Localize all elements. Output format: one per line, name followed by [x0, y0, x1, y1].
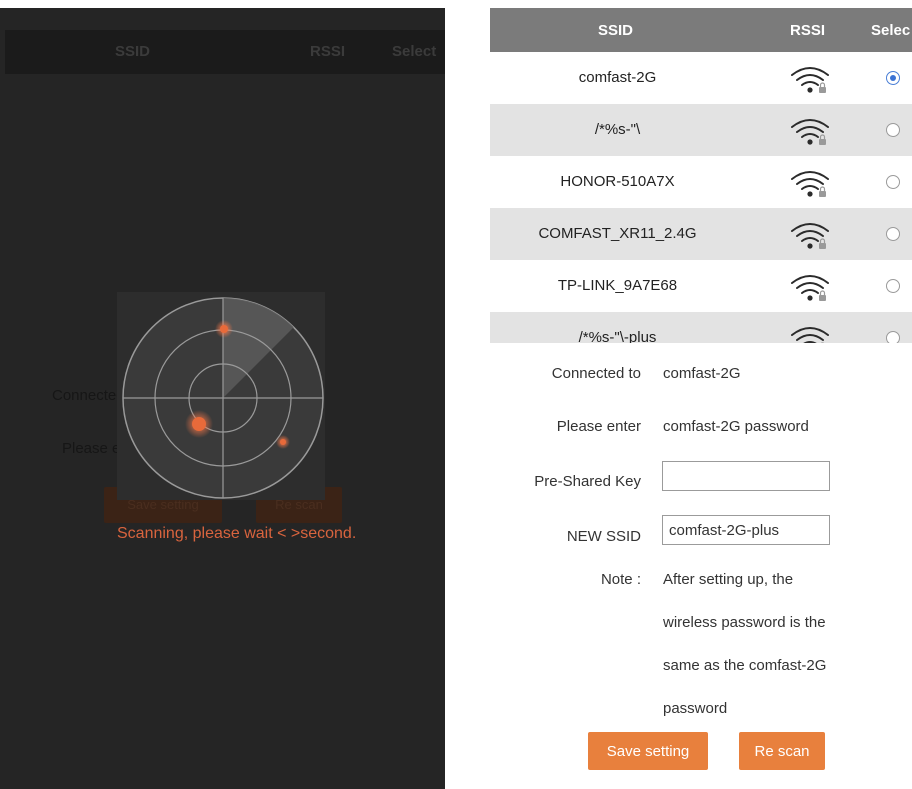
overlay-top-strip: [0, 0, 445, 8]
scanning-overlay: SSID RSSI Select Connected t Please ent …: [0, 0, 445, 789]
ssid-cell: comfast-2G: [578, 69, 657, 86]
select-radio[interactable]: [886, 279, 900, 293]
wifi-locked-icon: [788, 324, 832, 343]
table-row[interactable]: HONOR-510A7X: [490, 156, 912, 208]
table-row[interactable]: comfast-2G: [490, 52, 912, 104]
radar-blip: [220, 325, 228, 333]
select-radio[interactable]: [886, 123, 900, 137]
note-line-4: password: [663, 700, 728, 717]
psk-input[interactable]: [662, 461, 830, 491]
wifi-locked-icon: [788, 116, 832, 151]
save-setting-button[interactable]: Save setting: [588, 732, 708, 770]
dimmed-header-ssid: SSID: [115, 43, 151, 60]
psk-label: Pre-Shared Key: [534, 473, 641, 490]
ssid-cell: HONOR-510A7X: [560, 173, 675, 190]
table-row[interactable]: COMFAST_XR11_2.4G: [490, 208, 912, 260]
table-row[interactable]: /*%s-"\: [490, 104, 912, 156]
radar-blip: [280, 439, 286, 445]
select-radio[interactable]: [886, 175, 900, 189]
dimmed-header-select: Select: [392, 43, 437, 60]
rescan-button[interactable]: Re scan: [739, 732, 825, 770]
new-ssid-input[interactable]: [662, 515, 830, 545]
ssid-cell: TP-LINK_9A7E68: [557, 277, 678, 294]
radar-blip: [192, 417, 206, 431]
ssid-cell: COMFAST_XR11_2.4G: [538, 225, 697, 242]
radar-scan-icon: [122, 297, 324, 499]
select-radio[interactable]: [886, 227, 900, 241]
wifi-network-table: SSID RSSI Selec comfast-2G /*%s-"\ HONOR-5…: [490, 8, 912, 343]
wifi-settings-panel: SSID RSSI Selec comfast-2G /*%s-"\ HONOR-5…: [445, 0, 912, 789]
header-select: Selec: [871, 22, 911, 39]
please-enter-label: Please enter: [556, 418, 641, 435]
table-row[interactable]: TP-LINK_9A7E68: [490, 260, 912, 312]
note-line-1: After setting up, the: [663, 571, 794, 588]
scanning-status-text: Scanning, please wait < >second.: [117, 525, 357, 542]
select-radio[interactable]: [886, 71, 900, 85]
table-row[interactable]: /*%s-"\-plus: [490, 312, 912, 343]
note-line-3: same as the comfast-2G: [663, 657, 827, 674]
dimmed-header-rssi: RSSI: [310, 43, 346, 60]
ssid-cell: /*%s-"\: [594, 121, 641, 138]
note-label: Note :: [600, 571, 641, 588]
wifi-locked-icon: [788, 220, 832, 255]
table-header: SSID RSSI Selec: [490, 8, 912, 52]
connected-to-label: Connected to: [551, 365, 641, 382]
connected-to-value: comfast-2G: [663, 365, 741, 382]
wifi-locked-icon: [788, 168, 832, 203]
header-rssi: RSSI: [790, 22, 826, 39]
wifi-locked-icon: [788, 272, 832, 307]
note-line-2: wireless password is the: [663, 614, 826, 631]
please-enter-value: comfast-2G password: [663, 418, 809, 435]
header-ssid: SSID: [598, 22, 634, 39]
select-radio[interactable]: [886, 331, 900, 343]
ssid-cell: /*%s-"\-plus: [578, 329, 657, 343]
new-ssid-label: NEW SSID: [566, 528, 641, 545]
wifi-locked-icon: [788, 64, 832, 99]
dimmed-table-header: SSID RSSI Select: [5, 30, 445, 74]
